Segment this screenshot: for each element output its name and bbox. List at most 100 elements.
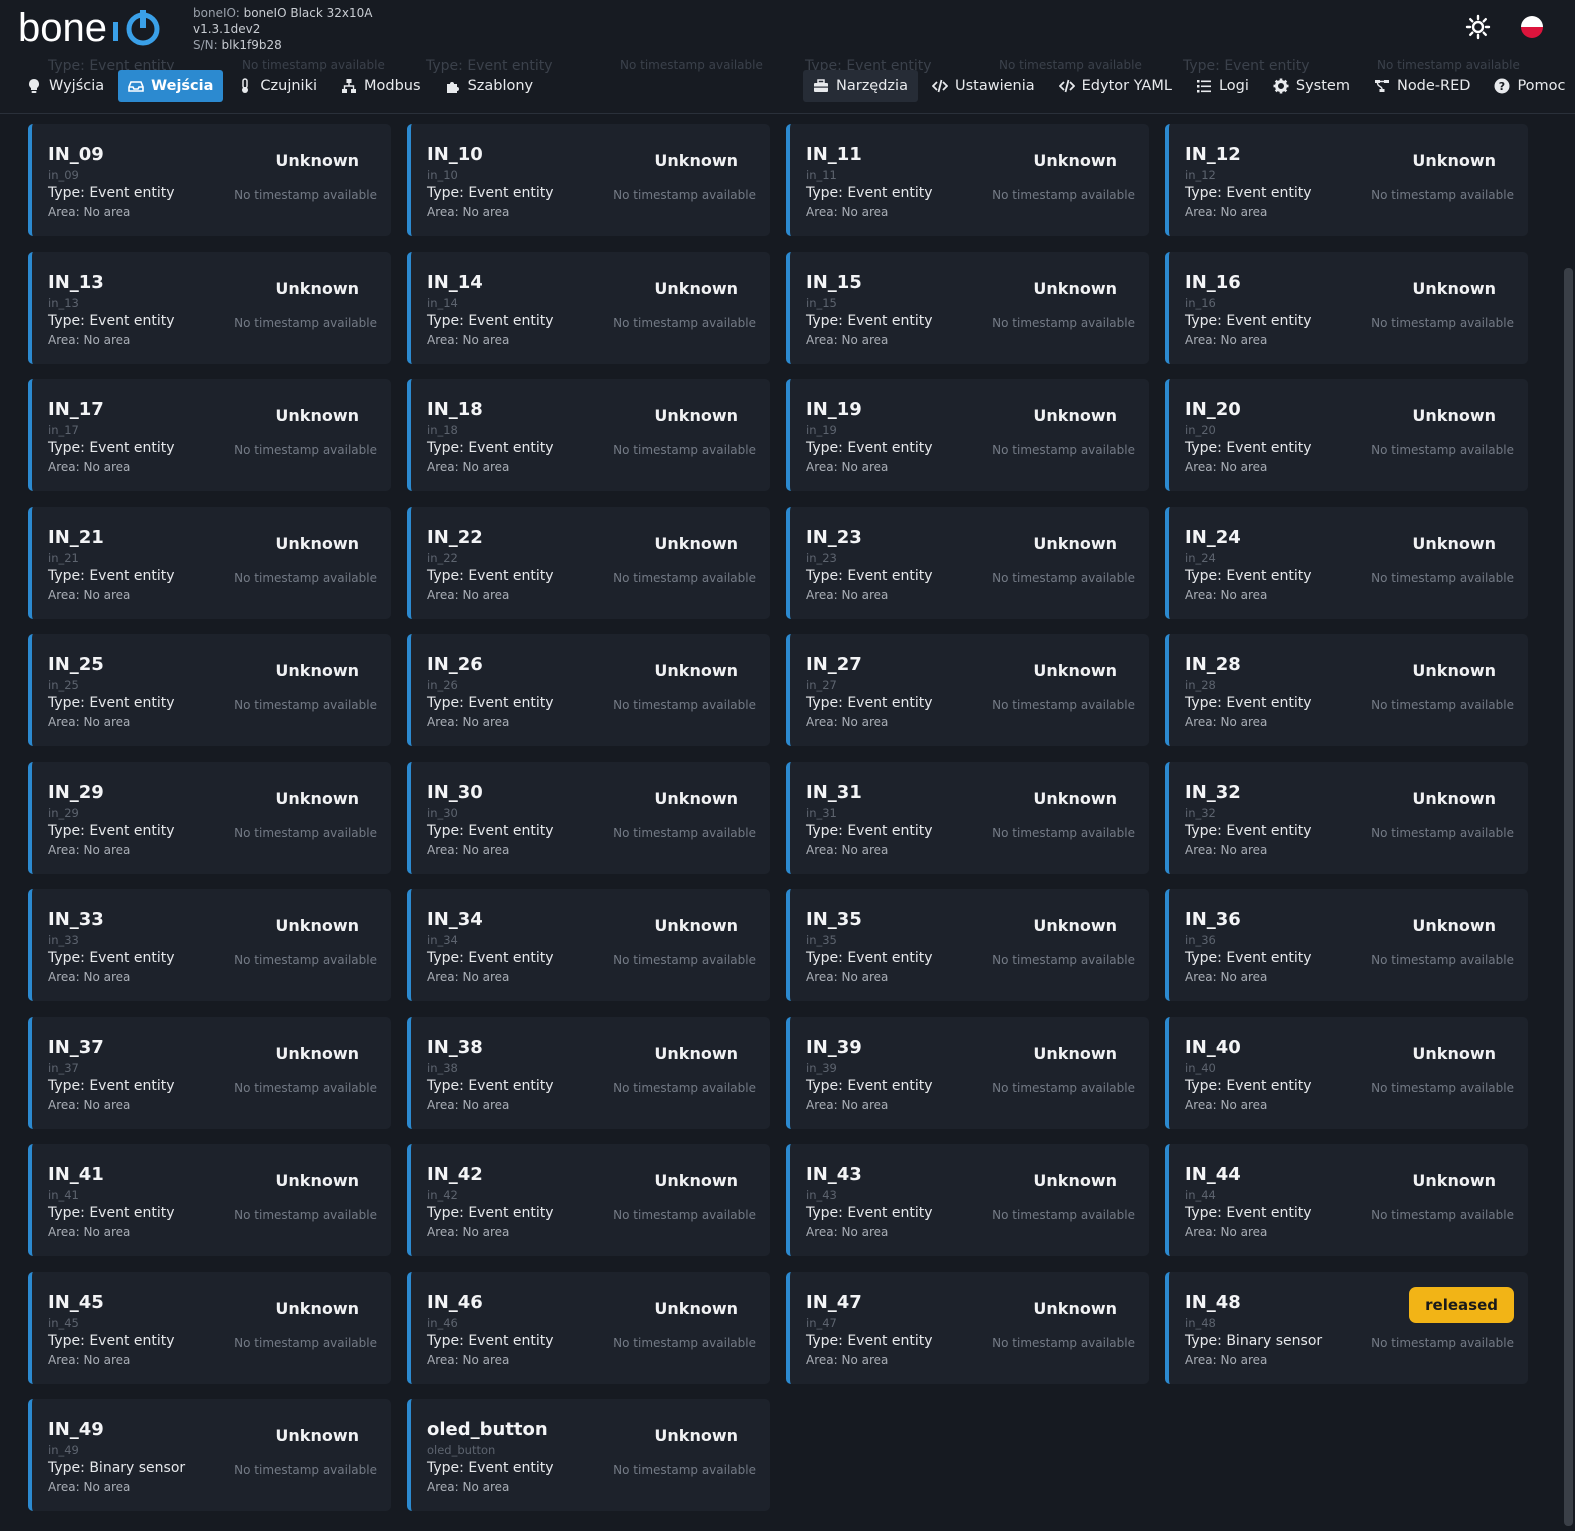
- input-area: Area: No area: [1185, 1352, 1268, 1367]
- input-card[interactable]: IN_20 in_20 Type: Event entity Area: No are…: [1165, 379, 1528, 491]
- input-card[interactable]: IN_48 in_48 Type: Binary sensor Area: No ar…: [1165, 1271, 1528, 1384]
- input-card[interactable]: IN_32 in_32 Type: Event entity Area: No are…: [1165, 761, 1528, 874]
- input-card[interactable]: IN_09 in_09 Type: Event entity Area: No are…: [28, 124, 391, 236]
- input-name: IN_24: [1185, 526, 1241, 548]
- input-id: in_15: [806, 295, 837, 310]
- input-card[interactable]: IN_15 in_15 Type: Event entity Area: No are…: [786, 251, 1149, 364]
- input-name: oled_button: [427, 1419, 548, 1440]
- input-card[interactable]: IN_21 in_21 Type: Event entity Area: No are…: [28, 506, 391, 619]
- input-id: oled_button: [427, 1443, 496, 1457]
- input-area: Area: No area: [48, 460, 131, 474]
- input-state: Unknown: [1412, 406, 1496, 425]
- input-area: Area: No area: [806, 205, 889, 219]
- input-type: Type: Event entity: [427, 1077, 554, 1094]
- nav-narzedzia[interactable]: Narzędzia: [803, 70, 918, 102]
- gear-icon: [1273, 78, 1289, 94]
- input-type: Type: Event entity: [48, 1205, 175, 1221]
- input-card[interactable]: IN_47 in_47 Type: Event entity Area: No are…: [786, 1271, 1149, 1384]
- input-card[interactable]: IN_18 in_18 Type: Event entity Area: No are…: [407, 379, 770, 491]
- boneio-logo[interactable]: bone: [18, 8, 170, 48]
- input-timestamp: No timestamp available: [992, 1335, 1135, 1350]
- input-state: Unknown: [654, 278, 738, 298]
- input-card[interactable]: IN_44 in_44 Type: Event entity Area: No are…: [1165, 1144, 1528, 1256]
- input-state: Unknown: [275, 406, 359, 425]
- input-card[interactable]: IN_17 in_17 Type: Event entity Area: No are…: [28, 379, 391, 491]
- input-card[interactable]: IN_35 in_35 Type: Event entity Area: No are…: [786, 889, 1149, 1001]
- input-card[interactable]: IN_28 in_28 Type: Event entity Area: No are…: [1165, 634, 1528, 746]
- input-card[interactable]: IN_22 in_22 Type: Event entity Area: No are…: [407, 506, 770, 619]
- input-id: in_20: [1185, 423, 1216, 437]
- input-card[interactable]: IN_34 in_34 Type: Event entity Area: No are…: [407, 889, 770, 1001]
- input-card[interactable]: IN_38 in_38 Type: Event entity Area: No are…: [407, 1016, 770, 1129]
- input-card[interactable]: IN_41 in_41 Type: Event entity Area: No are…: [28, 1144, 391, 1256]
- input-name: IN_33: [48, 909, 104, 930]
- theme-toggle-sun-icon[interactable]: [1465, 14, 1491, 40]
- input-state: Unknown: [1412, 1171, 1496, 1190]
- input-id: in_49: [48, 1443, 79, 1457]
- nav-modbus[interactable]: Modbus: [331, 70, 431, 102]
- input-type: Type: Event entity: [48, 695, 175, 711]
- input-card[interactable]: IN_31 in_31 Type: Event entity Area: No are…: [786, 761, 1149, 874]
- input-state: Unknown: [1033, 151, 1117, 170]
- input-timestamp: No timestamp available: [992, 1208, 1135, 1222]
- input-timestamp: No timestamp available: [613, 1208, 756, 1222]
- nav-logi[interactable]: Logi: [1186, 70, 1259, 102]
- input-state: Unknown: [1412, 151, 1496, 170]
- nav-wejscia[interactable]: Wejścia: [118, 70, 224, 102]
- input-type: Type: Event entity: [806, 440, 933, 456]
- input-card[interactable]: IN_11 in_11 Type: Event entity Area: No are…: [786, 124, 1149, 236]
- input-card[interactable]: IN_29 in_29 Type: Event entity Area: No are…: [28, 761, 391, 874]
- nav-czujniki[interactable]: Czujniki: [227, 70, 327, 102]
- nav-system[interactable]: System: [1263, 70, 1360, 102]
- input-card[interactable]: IN_30 in_30 Type: Event entity Area: No are…: [407, 761, 770, 874]
- input-card[interactable]: IN_46 in_46 Type: Event entity Area: No are…: [407, 1271, 770, 1384]
- state-badge: released: [1409, 1286, 1514, 1323]
- input-card[interactable]: IN_39 in_39 Type: Event entity Area: No are…: [786, 1016, 1149, 1129]
- input-card[interactable]: IN_49 in_49 Type: Binary sensor Area: No ar…: [28, 1399, 391, 1511]
- input-card[interactable]: IN_33 in_33 Type: Event entity Area: No are…: [28, 889, 391, 1001]
- input-card[interactable]: IN_24 in_24 Type: Event entity Area: No are…: [1165, 506, 1528, 619]
- input-card[interactable]: IN_43 in_43 Type: Event entity Area: No are…: [786, 1144, 1149, 1256]
- language-flag-pl-icon[interactable]: [1519, 14, 1545, 40]
- input-card[interactable]: IN_40 in_40 Type: Event entity Area: No are…: [1165, 1016, 1528, 1129]
- input-card[interactable]: IN_27 in_27 Type: Event entity Area: No are…: [786, 634, 1149, 746]
- nav-wyjscia[interactable]: Wyjścia: [16, 70, 114, 102]
- input-card[interactable]: IN_42 in_42 Type: Event entity Area: No are…: [407, 1144, 770, 1256]
- input-name: IN_37: [48, 1036, 104, 1058]
- nav-ustawienia[interactable]: Ustawienia: [922, 70, 1045, 102]
- input-area: Area: No area: [427, 587, 510, 602]
- input-card[interactable]: IN_23 in_23 Type: Event entity Area: No are…: [786, 506, 1149, 619]
- input-card[interactable]: IN_13 in_13 Type: Event entity Area: No are…: [28, 251, 391, 364]
- nav-edytor-yaml[interactable]: Edytor YAML: [1049, 70, 1182, 102]
- input-area: Area: No area: [806, 460, 889, 474]
- input-state: Unknown: [275, 533, 359, 553]
- inputs-grid: IN_09 in_09 Type: Event entity Area: No are…: [28, 124, 1528, 1511]
- input-timestamp: No timestamp available: [613, 188, 756, 202]
- input-type: Type: Event entity: [427, 1205, 554, 1221]
- input-name: IN_19: [806, 399, 862, 420]
- input-timestamp: No timestamp available: [613, 825, 756, 840]
- page-scrollbar[interactable]: [1564, 268, 1573, 1526]
- input-card[interactable]: IN_45 in_45 Type: Event entity Area: No are…: [28, 1271, 391, 1384]
- firmware-version: v1.3.1dev2: [193, 22, 261, 36]
- input-timestamp: No timestamp available: [1371, 1080, 1514, 1095]
- input-type: Type: Binary sensor: [1185, 1332, 1323, 1349]
- input-card[interactable]: IN_12 in_12 Type: Event entity Area: No are…: [1165, 124, 1528, 236]
- nav-szablony[interactable]: Szablony: [435, 70, 544, 102]
- input-card[interactable]: IN_16 in_16 Type: Event entity Area: No are…: [1165, 251, 1528, 364]
- input-timestamp: No timestamp available: [992, 315, 1135, 330]
- input-card[interactable]: IN_14 in_14 Type: Event entity Area: No are…: [407, 251, 770, 364]
- input-card[interactable]: IN_25 in_25 Type: Event entity Area: No are…: [28, 634, 391, 746]
- input-card[interactable]: IN_26 in_26 Type: Event entity Area: No are…: [407, 634, 770, 746]
- input-card[interactable]: IN_10 in_10 Type: Event entity Area: No are…: [407, 124, 770, 236]
- input-area: Area: No area: [1185, 1225, 1268, 1239]
- input-type: Type: Event entity: [48, 185, 175, 201]
- input-area: Area: No area: [48, 587, 131, 602]
- input-card[interactable]: IN_37 in_37 Type: Event entity Area: No are…: [28, 1016, 391, 1129]
- nav-pomoc[interactable]: ? Pomoc: [1484, 70, 1575, 102]
- input-card[interactable]: IN_19 in_19 Type: Event entity Area: No are…: [786, 379, 1149, 491]
- input-type: Type: Event entity: [1185, 567, 1312, 584]
- nav-node-red[interactable]: Node-RED: [1364, 70, 1480, 102]
- input-card[interactable]: IN_36 in_36 Type: Event entity Area: No are…: [1165, 889, 1528, 1001]
- input-card[interactable]: oled_button oled_button Type: Event entity…: [407, 1399, 770, 1511]
